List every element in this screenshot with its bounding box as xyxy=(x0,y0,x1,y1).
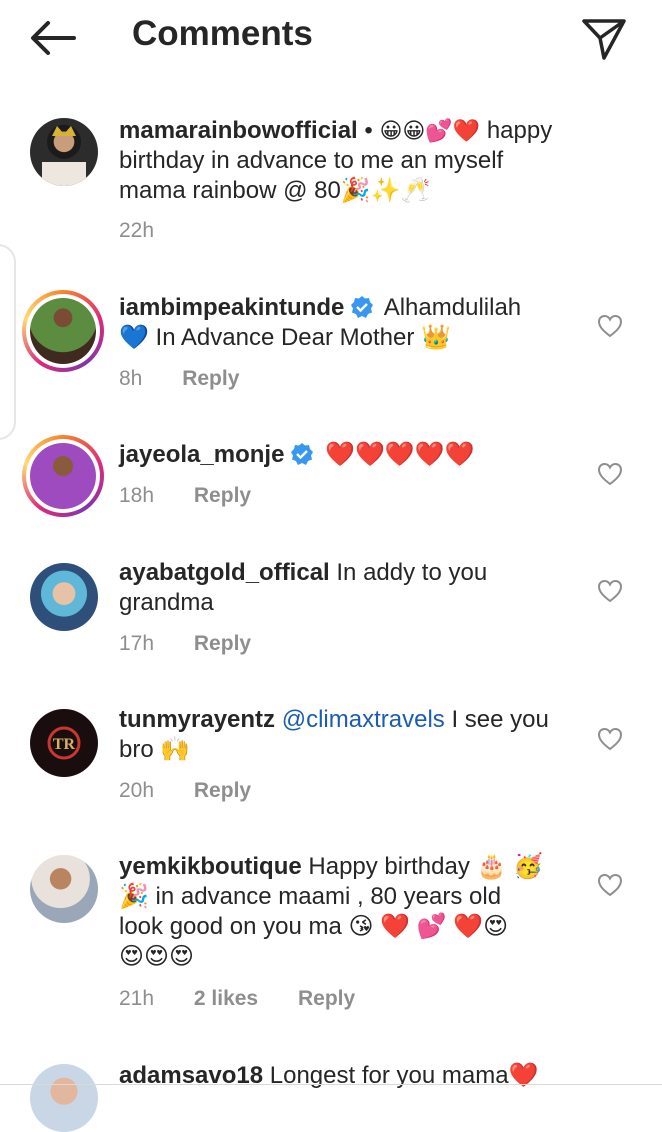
svg-text:TR: TR xyxy=(53,736,76,753)
arrow-left-icon[interactable] xyxy=(26,18,78,58)
comment-text: look good on you ma 😘 ❤️ 💕 ❤️😍 xyxy=(119,913,509,940)
avatar[interactable] xyxy=(30,118,98,186)
comment-text: 🎉 in advance maami , 80 years old xyxy=(119,883,502,910)
comment-username[interactable]: yemkikboutique xyxy=(119,853,302,880)
heart-outline-icon[interactable] xyxy=(597,727,623,751)
crown-icon xyxy=(42,126,86,186)
likes-count[interactable]: 2 likes xyxy=(194,987,258,1010)
comment-time: 8h xyxy=(119,367,143,390)
comment-time: 21h xyxy=(119,987,155,1010)
comment-text: bro 🙌 xyxy=(119,736,191,763)
side-panel-handle[interactable] xyxy=(0,244,16,440)
comment-text: ❤️❤️❤️❤️❤️ xyxy=(325,441,475,468)
comment-text: grandma xyxy=(119,589,214,616)
comment-text: I see you xyxy=(444,706,549,733)
comment-text: Alhamdulilah xyxy=(383,294,522,321)
comment-text: 💙 In Advance Dear Mother 👑 xyxy=(119,324,451,351)
page-title: Comments xyxy=(132,14,313,53)
comment-text: birthday in advance to me an myself xyxy=(119,147,504,174)
reply-button[interactable]: Reply xyxy=(298,987,355,1010)
comment-text: happy xyxy=(486,117,553,144)
heart-outline-icon[interactable] xyxy=(597,462,623,486)
emoji-group: 😀😀💕❤️ xyxy=(379,118,481,143)
comment-time: 18h xyxy=(119,484,155,507)
heart-outline-icon[interactable] xyxy=(597,579,623,603)
comment-time: 22h xyxy=(119,219,155,242)
avatar[interactable] xyxy=(22,435,104,517)
mention-link[interactable]: @climaxtravels xyxy=(282,706,445,733)
separator: • xyxy=(357,117,373,144)
comment-time: 20h xyxy=(119,779,155,802)
comment-username[interactable]: tunmyrayentz xyxy=(119,706,275,733)
avatar[interactable] xyxy=(22,290,104,372)
reply-button[interactable]: Reply xyxy=(194,484,251,507)
comment-text: 😍😍😍 xyxy=(119,943,195,970)
header-bar: Comments xyxy=(0,0,662,78)
comment-time: 17h xyxy=(119,632,155,655)
comment-username[interactable]: jayeola_monje xyxy=(119,441,284,468)
comment-text: Happy birthday 🎂 🥳 xyxy=(301,853,543,880)
avatar[interactable] xyxy=(30,563,98,631)
heart-outline-icon[interactable] xyxy=(597,314,623,338)
divider xyxy=(0,1084,662,1085)
reply-button[interactable]: Reply xyxy=(194,632,251,655)
comment-username[interactable]: iambimpeakintunde xyxy=(119,294,344,321)
comment-username[interactable]: mamarainbowofficial xyxy=(119,117,358,144)
avatar[interactable] xyxy=(30,855,98,923)
verified-badge-icon xyxy=(351,296,374,318)
reply-button[interactable]: Reply xyxy=(182,367,239,390)
comment-text: In addy to you xyxy=(329,559,488,586)
comment-text: mama rainbow @ 80🎉✨🥂 xyxy=(119,177,431,204)
paper-plane-icon[interactable] xyxy=(580,14,628,62)
tr-logo-icon: TR xyxy=(47,726,81,760)
verified-badge-icon xyxy=(291,443,314,465)
avatar[interactable] xyxy=(30,1064,98,1132)
heart-outline-icon[interactable] xyxy=(597,873,623,897)
comment-username[interactable]: ayabatgold_offical xyxy=(119,559,330,586)
reply-button[interactable]: Reply xyxy=(194,779,251,802)
avatar[interactable]: TR xyxy=(30,709,98,777)
